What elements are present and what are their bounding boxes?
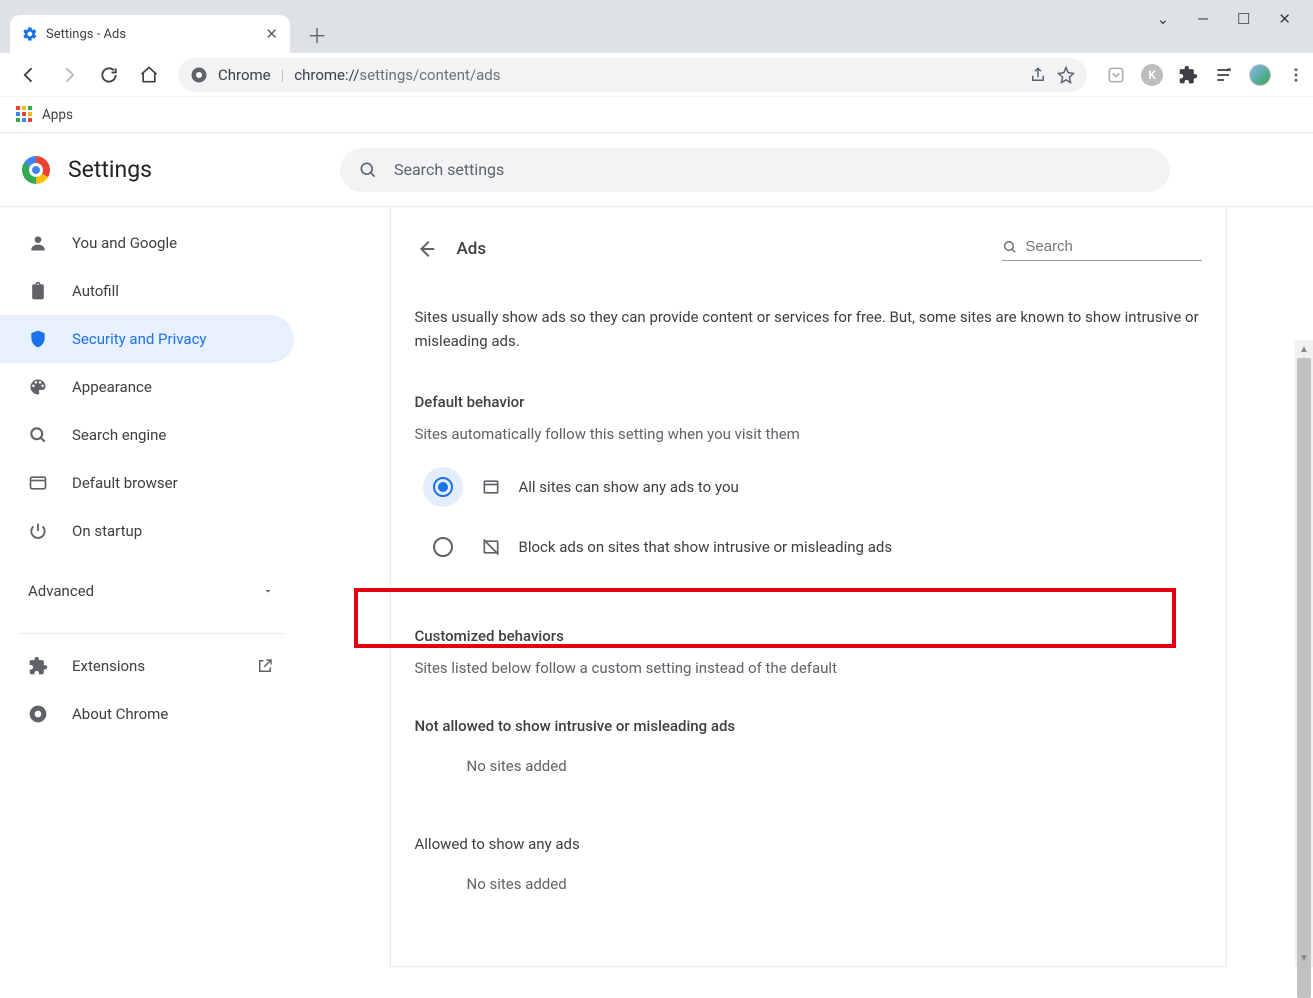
profile-k-icon[interactable]: K <box>1141 64 1163 86</box>
radio-selected-icon <box>433 477 453 497</box>
toolbar-icons: K <box>1105 64 1307 86</box>
sidebar-item-autofill[interactable]: Autofill <box>0 267 294 315</box>
sidebar-about-chrome[interactable]: About Chrome <box>0 690 302 738</box>
scroll-up-arrow[interactable]: ▲ <box>1295 340 1313 358</box>
open-in-new-icon <box>256 657 274 675</box>
panel-search-input[interactable] <box>1025 238 1201 255</box>
clipboard-icon <box>28 281 48 301</box>
chrome-menu-button[interactable] <box>1285 64 1307 86</box>
chevron-down-icon <box>262 585 274 597</box>
person-icon <box>28 233 48 253</box>
tab-search-button[interactable]: ⌄ <box>1157 10 1170 28</box>
reading-list-icon[interactable] <box>1213 64 1235 86</box>
scroll-down-arrow[interactable]: ▼ <box>1295 949 1313 967</box>
browser-icon <box>28 473 48 493</box>
puzzle-icon <box>28 656 48 676</box>
search-settings-placeholder: Search settings <box>394 160 504 179</box>
omnibox-separator: | <box>281 66 285 84</box>
home-button[interactable] <box>132 58 166 92</box>
tab-title: Settings - Ads <box>46 27 126 42</box>
settings-header: Settings Search settings <box>0 133 1313 207</box>
close-window-button[interactable]: ✕ <box>1278 10 1291 28</box>
chrome-icon <box>28 704 48 724</box>
scroll-thumb[interactable] <box>1297 358 1311 998</box>
search-settings-input[interactable]: Search settings <box>340 148 1170 192</box>
sidebar-item-on-startup[interactable]: On startup <box>0 507 294 555</box>
apps-grid-icon[interactable] <box>16 106 34 124</box>
not-allowed-label: Not allowed to show intrusive or mislead… <box>415 717 1202 735</box>
panel-search[interactable] <box>1002 238 1202 261</box>
sidebar-item-search-engine[interactable]: Search engine <box>0 411 294 459</box>
sidebar-extensions[interactable]: Extensions <box>0 642 302 690</box>
sidebar-item-you-and-google[interactable]: You and Google <box>0 219 294 267</box>
radio-option2-label: Block ads on sites that show intrusive o… <box>519 538 893 556</box>
omnibox-url: chrome://settings/content/ads <box>294 66 500 84</box>
sidebar-item-appearance[interactable]: Appearance <box>0 363 294 411</box>
forward-button[interactable] <box>52 58 86 92</box>
custom-behaviors-title: Customized behaviors <box>415 627 1202 645</box>
panel-title: Ads <box>457 239 487 259</box>
search-icon <box>358 160 378 180</box>
minimize-button[interactable]: — <box>1197 10 1209 28</box>
browser-tab[interactable]: Settings - Ads ✕ <box>10 15 290 53</box>
radio-allow-all-ads[interactable]: All sites can show any ads to you <box>415 457 1202 517</box>
panel-description: Sites usually show ads so they can provi… <box>415 305 1202 353</box>
window-icon <box>481 477 501 497</box>
bookmark-star-icon[interactable] <box>1057 66 1075 84</box>
close-tab-icon[interactable]: ✕ <box>265 25 278 43</box>
chrome-logo-icon <box>22 156 50 184</box>
settings-sidebar: You and Google Autofill Security and Pri… <box>0 207 303 967</box>
reload-button[interactable] <box>92 58 126 92</box>
apps-label[interactable]: Apps <box>42 107 73 123</box>
back-button[interactable] <box>12 58 46 92</box>
radio-block-intrusive-ads[interactable]: Block ads on sites that show intrusive o… <box>415 517 1202 577</box>
blocked-window-icon <box>481 537 501 557</box>
sidebar-item-default-browser[interactable]: Default browser <box>0 459 294 507</box>
page-scrollbar[interactable]: ▲ ▼ <box>1295 340 1313 967</box>
not-allowed-empty: No sites added <box>467 757 1202 775</box>
sidebar-item-security-privacy[interactable]: Security and Privacy <box>0 315 294 363</box>
sidebar-advanced[interactable]: Advanced <box>0 567 302 615</box>
window-controls: ⌄ — ☐ ✕ <box>1157 0 1313 38</box>
allowed-empty: No sites added <box>467 875 1202 893</box>
omnibox-site-label: Chrome <box>218 66 271 84</box>
radio-unselected-icon <box>433 537 453 557</box>
window-titlebar: Settings - Ads ✕ ＋ ⌄ — ☐ ✕ <box>0 0 1313 53</box>
search-icon <box>1002 238 1018 256</box>
search-icon <box>28 425 48 445</box>
settings-gear-icon <box>22 26 38 42</box>
chrome-site-icon <box>190 66 208 84</box>
palette-icon <box>28 377 48 397</box>
maximize-button[interactable]: ☐ <box>1237 10 1250 28</box>
panel-subheader: Ads <box>415 229 1202 269</box>
default-behavior-title: Default behavior <box>415 393 1202 411</box>
share-icon[interactable] <box>1029 66 1047 84</box>
new-tab-button[interactable]: ＋ <box>302 19 332 49</box>
settings-title: Settings <box>68 156 152 183</box>
browser-toolbar: Chrome | chrome://settings/content/ads K <box>0 53 1313 97</box>
sidebar-divider <box>18 633 284 634</box>
address-bar[interactable]: Chrome | chrome://settings/content/ads <box>178 58 1087 92</box>
custom-behaviors-sub: Sites listed below follow a custom setti… <box>415 659 1202 677</box>
extensions-puzzle-icon[interactable] <box>1177 64 1199 86</box>
shield-icon <box>28 329 48 349</box>
settings-main-panel: Ads Sites usually show ads so they can p… <box>303 207 1313 967</box>
allowed-label: Allowed to show any ads <box>415 835 1202 853</box>
profile-avatar[interactable] <box>1249 64 1271 86</box>
power-icon <box>28 521 48 541</box>
pocket-icon[interactable] <box>1105 64 1127 86</box>
panel-back-button[interactable] <box>415 238 437 260</box>
default-behavior-sub: Sites automatically follow this setting … <box>415 425 1202 443</box>
radio-option1-label: All sites can show any ads to you <box>519 478 739 496</box>
bookmarks-bar: Apps <box>0 97 1313 133</box>
